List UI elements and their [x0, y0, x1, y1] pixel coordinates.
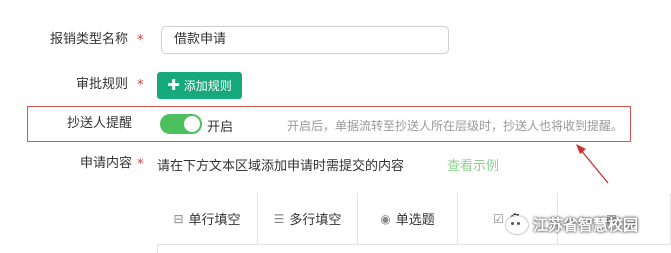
expense-type-input[interactable]: 借款申请: [161, 26, 449, 54]
required-mark: *: [137, 78, 144, 93]
view-example-link[interactable]: 查看示例: [447, 155, 499, 174]
request-content-label: 申请内容: [79, 156, 132, 171]
toggle-state-text: 开启: [207, 120, 234, 135]
radio-icon: ◉: [380, 211, 391, 226]
tool-label: 单行填空: [188, 213, 241, 228]
approval-rule-label: 审批规则: [75, 77, 128, 92]
tool-multi-line[interactable]: ☰ 多行填空: [258, 193, 358, 245]
watermark: 江苏省智慧校园: [506, 214, 638, 235]
add-rule-button-label: 添加规则: [183, 79, 232, 93]
wechat-icon: [506, 215, 528, 234]
checkbox-icon: ☑: [493, 211, 504, 226]
expense-type-label: 报销类型名称: [49, 32, 128, 47]
single-line-icon: ⊟: [173, 211, 184, 226]
tool-label: 多行填空: [289, 213, 342, 228]
annotation-arrow-icon: [576, 144, 609, 184]
tool-single-line[interactable]: ⊟ 单行填空: [157, 193, 258, 245]
cc-reminder-toggle[interactable]: [160, 114, 202, 134]
required-mark: *: [137, 33, 144, 48]
multi-line-icon: ☰: [273, 211, 285, 226]
tool-label: 单选题: [395, 213, 435, 228]
cc-reminder-label: 抄送人提醒: [66, 116, 132, 131]
cc-reminder-hint: 开启后，单据流转至抄送人所在层级时，抄送人也将收到提醒。: [287, 119, 624, 133]
watermark-text: 江苏省智慧校园: [533, 216, 639, 234]
plus-icon: ✚: [167, 76, 180, 94]
toggle-knob: [184, 116, 200, 132]
tool-radio[interactable]: ◉ 单选题: [358, 193, 458, 245]
required-mark: *: [137, 157, 144, 172]
request-content-description: 请在下方文本区域添加申请时需提交的内容: [157, 159, 405, 174]
add-rule-button[interactable]: ✚ 添加规则: [157, 72, 242, 99]
